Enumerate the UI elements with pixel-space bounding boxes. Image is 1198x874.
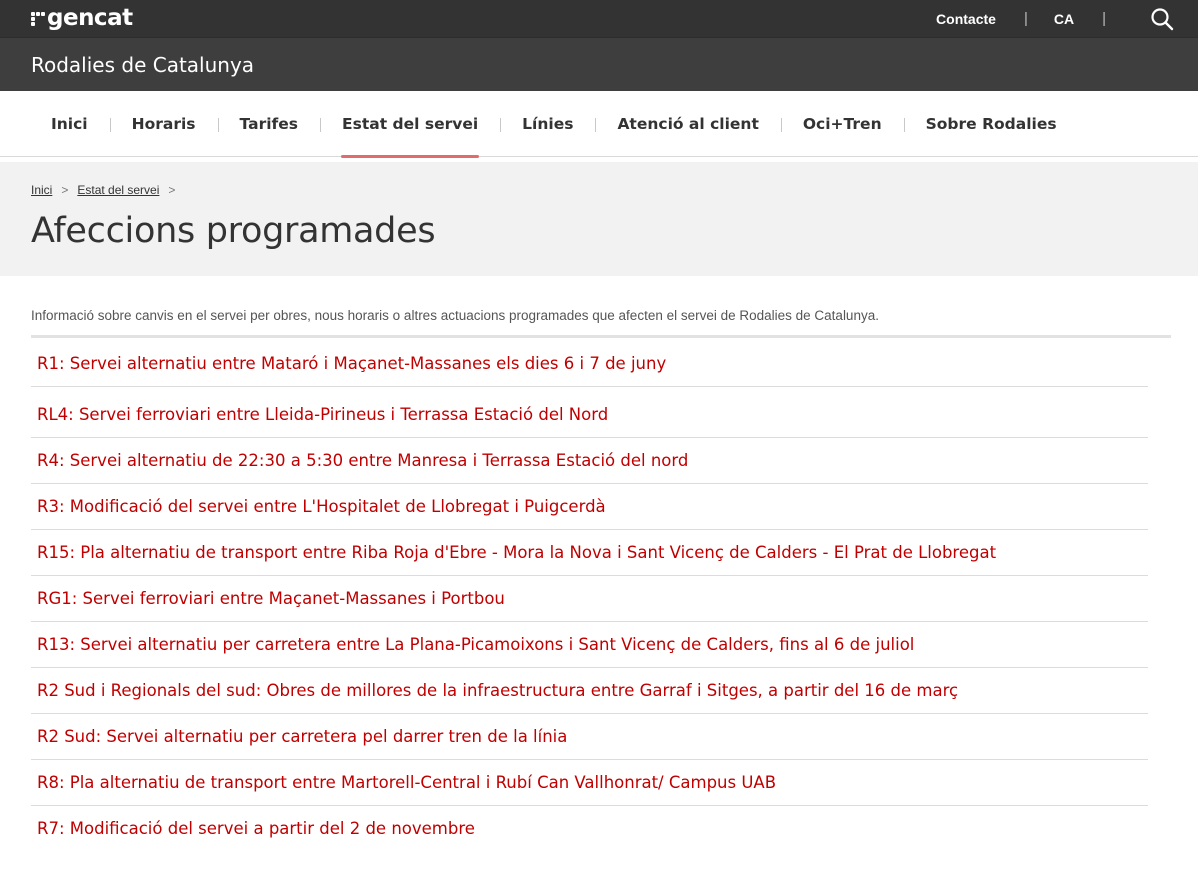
notice-link[interactable]: R2 Sud i Regionals del sud: Obres de mil… (31, 668, 1148, 700)
gencat-logo[interactable]: gencat (31, 7, 133, 30)
nav-item-tarifes[interactable]: Tarifes (217, 91, 320, 157)
notice-link[interactable]: R15: Pla alternatiu de transport entre R… (31, 530, 1148, 562)
contact-link[interactable]: Contacte (936, 11, 996, 27)
notice-link[interactable]: RL4: Servei ferroviari entre Lleida-Piri… (31, 392, 1148, 424)
breadcrumb-link-estat-del-servei[interactable]: Estat del servei (77, 183, 159, 197)
nav-item-inici[interactable]: Inici (29, 91, 110, 157)
top-utility-links: Contacte | CA | (936, 7, 1174, 31)
site-title[interactable]: Rodalies de Catalunya (31, 53, 254, 77)
site-header: Rodalies de Catalunya (0, 37, 1198, 91)
nav-item-horaris[interactable]: Horaris (109, 91, 218, 157)
main-content: Informació sobre canvis en el servei per… (0, 276, 1198, 852)
notice-link[interactable]: RG1: Servei ferroviari entre Maçanet-Mas… (31, 576, 1148, 608)
gencat-logo-mark-icon (31, 12, 45, 26)
language-selector[interactable]: CA (1054, 11, 1074, 27)
intro-text: Informació sobre canvis en el servei per… (31, 308, 1171, 338)
nav-item-linies[interactable]: Línies (500, 91, 595, 157)
divider: | (1023, 10, 1028, 27)
notice-link[interactable]: R7: Modificació del servei a partir del … (31, 806, 1148, 838)
notice-link[interactable]: R8: Pla alternatiu de transport entre Ma… (31, 760, 1148, 792)
main-navigation: Inici Horaris Tarifes Estat del servei L… (0, 91, 1198, 158)
nav-item-oci-tren[interactable]: Oci+Tren (780, 91, 904, 157)
notice-link[interactable]: R2 Sud: Servei alternatiu per carretera … (31, 714, 1148, 746)
notice-list: R1: Servei alternatiu entre Mataró i Maç… (31, 338, 1148, 852)
chevron-right-icon: > (61, 183, 69, 197)
nav-item-atencio-al-client[interactable]: Atenció al client (595, 91, 780, 157)
list-item: RL4: Servei ferroviari entre Lleida-Piri… (31, 392, 1148, 438)
list-item: R4: Servei alternatiu de 22:30 a 5:30 en… (31, 438, 1148, 484)
list-item: RG1: Servei ferroviari entre Maçanet-Mas… (31, 576, 1148, 622)
list-item: R8: Pla alternatiu de transport entre Ma… (31, 760, 1148, 806)
top-bar: gencat Contacte | CA | (0, 0, 1198, 37)
list-item: R3: Modificació del servei entre L'Hospi… (31, 484, 1148, 530)
breadcrumb: Inici > Estat del servei > (31, 183, 1167, 197)
list-item: R2 Sud i Regionals del sud: Obres de mil… (31, 668, 1148, 714)
page-header: Inici > Estat del servei > Afeccions pro… (0, 162, 1198, 276)
list-item: R1: Servei alternatiu entre Mataró i Maç… (31, 338, 1148, 387)
nav-item-sobre-rodalies[interactable]: Sobre Rodalies (903, 91, 1079, 157)
list-item: R2 Sud: Servei alternatiu per carretera … (31, 714, 1148, 760)
notice-link[interactable]: R13: Servei alternatiu per carretera ent… (31, 622, 1148, 654)
notice-link[interactable]: R4: Servei alternatiu de 22:30 a 5:30 en… (31, 438, 1148, 470)
search-icon[interactable] (1150, 7, 1174, 31)
list-item: R15: Pla alternatiu de transport entre R… (31, 530, 1148, 576)
nav-item-estat-del-servei[interactable]: Estat del servei (320, 91, 500, 158)
breadcrumb-link-inici[interactable]: Inici (31, 183, 52, 197)
chevron-right-icon: > (168, 183, 176, 197)
notice-link[interactable]: R1: Servei alternatiu entre Mataró i Maç… (31, 338, 1148, 385)
divider: | (1102, 10, 1106, 27)
logo-text: gencat (47, 5, 133, 31)
page-title: Afeccions programades (31, 211, 436, 251)
notice-link[interactable]: R3: Modificació del servei entre L'Hospi… (31, 484, 1148, 516)
list-item: R13: Servei alternatiu per carretera ent… (31, 622, 1148, 668)
list-item: R7: Modificació del servei a partir del … (31, 806, 1148, 852)
